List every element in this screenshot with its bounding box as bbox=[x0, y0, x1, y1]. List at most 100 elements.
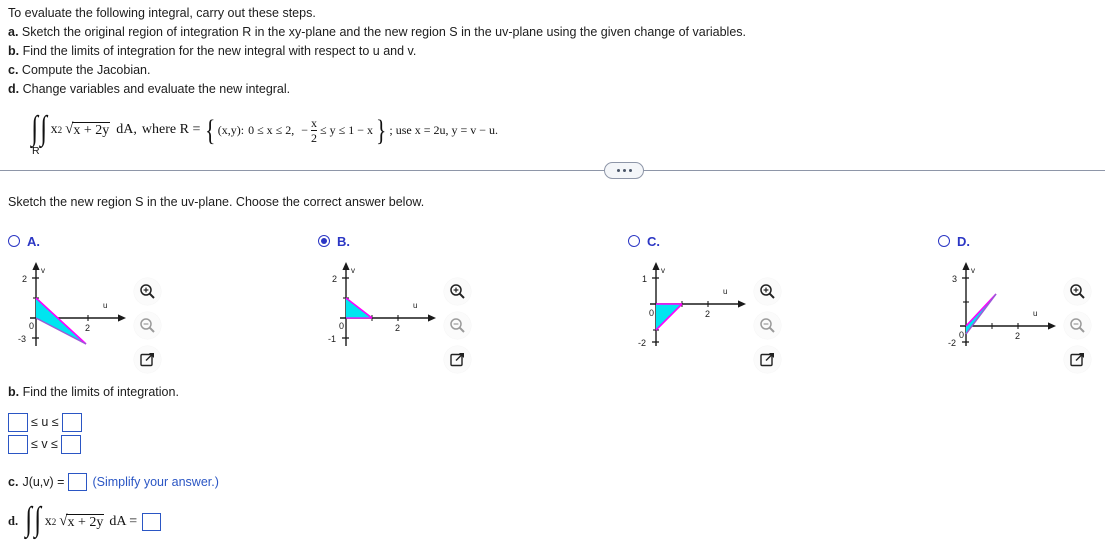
prompt-step-a: a. Sketch the original region of integra… bbox=[8, 23, 1098, 42]
radio-choice-d[interactable] bbox=[938, 235, 950, 247]
part-d-square-root: √ x + 2y bbox=[59, 513, 105, 530]
part-d-double-integral-symbol: ∫∫ bbox=[25, 501, 42, 538]
svg-text:2: 2 bbox=[332, 274, 337, 284]
jacobian-label: J(u,v) = bbox=[22, 475, 65, 489]
integrand-x: x bbox=[50, 122, 58, 137]
part-d-input[interactable] bbox=[142, 512, 162, 531]
part-b-tag: b. bbox=[8, 385, 20, 399]
zoom-in-icon[interactable] bbox=[444, 278, 471, 305]
radio-choice-b[interactable] bbox=[318, 235, 330, 247]
u-relation-label: ≤ u ≤ bbox=[31, 415, 59, 429]
jacobian-input[interactable] bbox=[68, 473, 88, 491]
step-a-tag: a. bbox=[8, 25, 19, 39]
choice-c[interactable]: C. v u 1 -2 0 2 bbox=[628, 232, 794, 380]
part-b-text: Find the limits of integration. bbox=[22, 385, 179, 399]
expand-icon[interactable] bbox=[1064, 346, 1091, 373]
part-d-exponent: 2 bbox=[51, 516, 57, 527]
svg-text:0: 0 bbox=[959, 330, 964, 340]
limits-inputs: ≤ u ≤ ≤ v ≤ bbox=[8, 412, 179, 454]
svg-text:2: 2 bbox=[22, 274, 27, 284]
substitution-note: ; use x = 2u, y = v − u. bbox=[389, 122, 499, 137]
integral-region-label: R bbox=[32, 144, 40, 157]
zoom-out-icon[interactable] bbox=[444, 312, 471, 339]
expand-icon[interactable] bbox=[134, 346, 161, 373]
svg-text:u: u bbox=[413, 301, 417, 310]
svg-text:-1: -1 bbox=[328, 334, 336, 344]
graph-a-tools bbox=[134, 256, 174, 380]
part-d-differential: dA = bbox=[109, 513, 138, 529]
svg-text:u: u bbox=[103, 301, 107, 310]
zoom-in-icon[interactable] bbox=[1064, 278, 1091, 305]
prompt-intro: To evaluate the following integral, carr… bbox=[8, 6, 316, 20]
part-d-section: d. ∫∫ x2 √ x + 2y dA = bbox=[8, 501, 162, 538]
choice-b[interactable]: B. v u 2 -1 0 2 bbox=[318, 232, 484, 380]
more-options-button[interactable] bbox=[604, 162, 644, 179]
choice-c-letter: C. bbox=[647, 233, 660, 249]
step-a-text: Sketch the original region of integratio… bbox=[21, 25, 746, 39]
question-page: To evaluate the following integral, carr… bbox=[0, 0, 1105, 549]
zoom-out-icon[interactable] bbox=[1064, 312, 1091, 339]
expand-icon[interactable] bbox=[444, 346, 471, 373]
radio-choice-a[interactable] bbox=[8, 235, 20, 247]
choice-b-letter: B. bbox=[337, 233, 350, 249]
svg-text:2: 2 bbox=[1015, 331, 1020, 341]
set-brace-open: { bbox=[205, 113, 216, 147]
graph-choice-b: v u 2 -1 0 2 bbox=[318, 256, 438, 351]
expand-icon[interactable] bbox=[754, 346, 781, 373]
set-tuple: (x,y): bbox=[217, 122, 245, 137]
graph-choice-a: v u 2 -3 0 2 bbox=[8, 256, 128, 351]
svg-text:v: v bbox=[661, 266, 665, 275]
section-divider bbox=[0, 162, 1105, 180]
limit-row-v: ≤ v ≤ bbox=[8, 434, 179, 454]
radicand: x + 2y bbox=[72, 122, 111, 138]
svg-text:0: 0 bbox=[339, 321, 344, 331]
zoom-out-icon[interactable] bbox=[754, 312, 781, 339]
integral-expression: ∫∫ R x2 √ x + 2y dA, where R = { (x,y): 0… bbox=[30, 109, 1098, 157]
fraction-denominator: 2 bbox=[311, 129, 318, 145]
minus-sign: − bbox=[301, 122, 309, 137]
dot-icon bbox=[616, 169, 620, 172]
v-upper-input[interactable] bbox=[60, 434, 81, 454]
part-b-heading: b. Find the limits of integration. bbox=[8, 385, 179, 399]
part-c-section: c. J(u,v) = (Simplify your answer.) bbox=[8, 473, 219, 491]
choice-a-letter: A. bbox=[27, 233, 40, 249]
zoom-in-icon[interactable] bbox=[754, 278, 781, 305]
choice-a[interactable]: A. v u 2 -3 0 2 bbox=[8, 232, 174, 380]
part-c-tag: c. bbox=[8, 475, 19, 489]
prompt-block: To evaluate the following integral, carr… bbox=[8, 4, 1098, 157]
differential-dA: dA, bbox=[116, 122, 137, 137]
prompt-step-b: b. Find the limits of integration for th… bbox=[8, 42, 1098, 61]
integrand-exponent: 2 bbox=[57, 125, 63, 135]
svg-text:2: 2 bbox=[85, 323, 90, 333]
where-R: where R = bbox=[141, 122, 201, 137]
part-d-tag: d. bbox=[8, 514, 19, 528]
graph-d-tools bbox=[1064, 256, 1104, 380]
graph-c-tools bbox=[754, 256, 794, 380]
svg-text:v: v bbox=[41, 266, 45, 275]
step-c-tag: c. bbox=[8, 63, 19, 77]
svg-text:0: 0 bbox=[649, 308, 654, 318]
zoom-out-icon[interactable] bbox=[134, 312, 161, 339]
prompt-step-c: c. Compute the Jacobian. bbox=[8, 61, 1098, 80]
step-d-text: Change variables and evaluate the new in… bbox=[22, 82, 291, 96]
v-lower-input[interactable] bbox=[8, 434, 28, 454]
divider-rule bbox=[0, 170, 1105, 171]
choice-d[interactable]: D. v u 3 -2 0 2 bbox=[938, 232, 1104, 380]
part-c-note: (Simplify your answer.) bbox=[92, 475, 219, 489]
zoom-in-icon[interactable] bbox=[134, 278, 161, 305]
u-lower-input[interactable] bbox=[8, 412, 28, 432]
part-b-section: b. Find the limits of integration. ≤ u ≤… bbox=[8, 385, 179, 456]
y-bounds: ≤ y ≤ 1 − x bbox=[320, 122, 373, 137]
dot-icon bbox=[628, 169, 632, 172]
svg-text:v: v bbox=[351, 266, 355, 275]
u-upper-input[interactable] bbox=[61, 412, 82, 432]
svg-text:-3: -3 bbox=[18, 334, 26, 344]
part-d-radicand: x + 2y bbox=[66, 513, 105, 530]
graph-b-tools bbox=[444, 256, 484, 380]
svg-text:1: 1 bbox=[642, 274, 647, 284]
svg-text:-2: -2 bbox=[948, 338, 956, 348]
choice-d-letter: D. bbox=[957, 233, 970, 249]
radio-choice-c[interactable] bbox=[628, 235, 640, 247]
part-d-integrand-x: x bbox=[44, 513, 52, 529]
svg-text:2: 2 bbox=[705, 309, 710, 319]
